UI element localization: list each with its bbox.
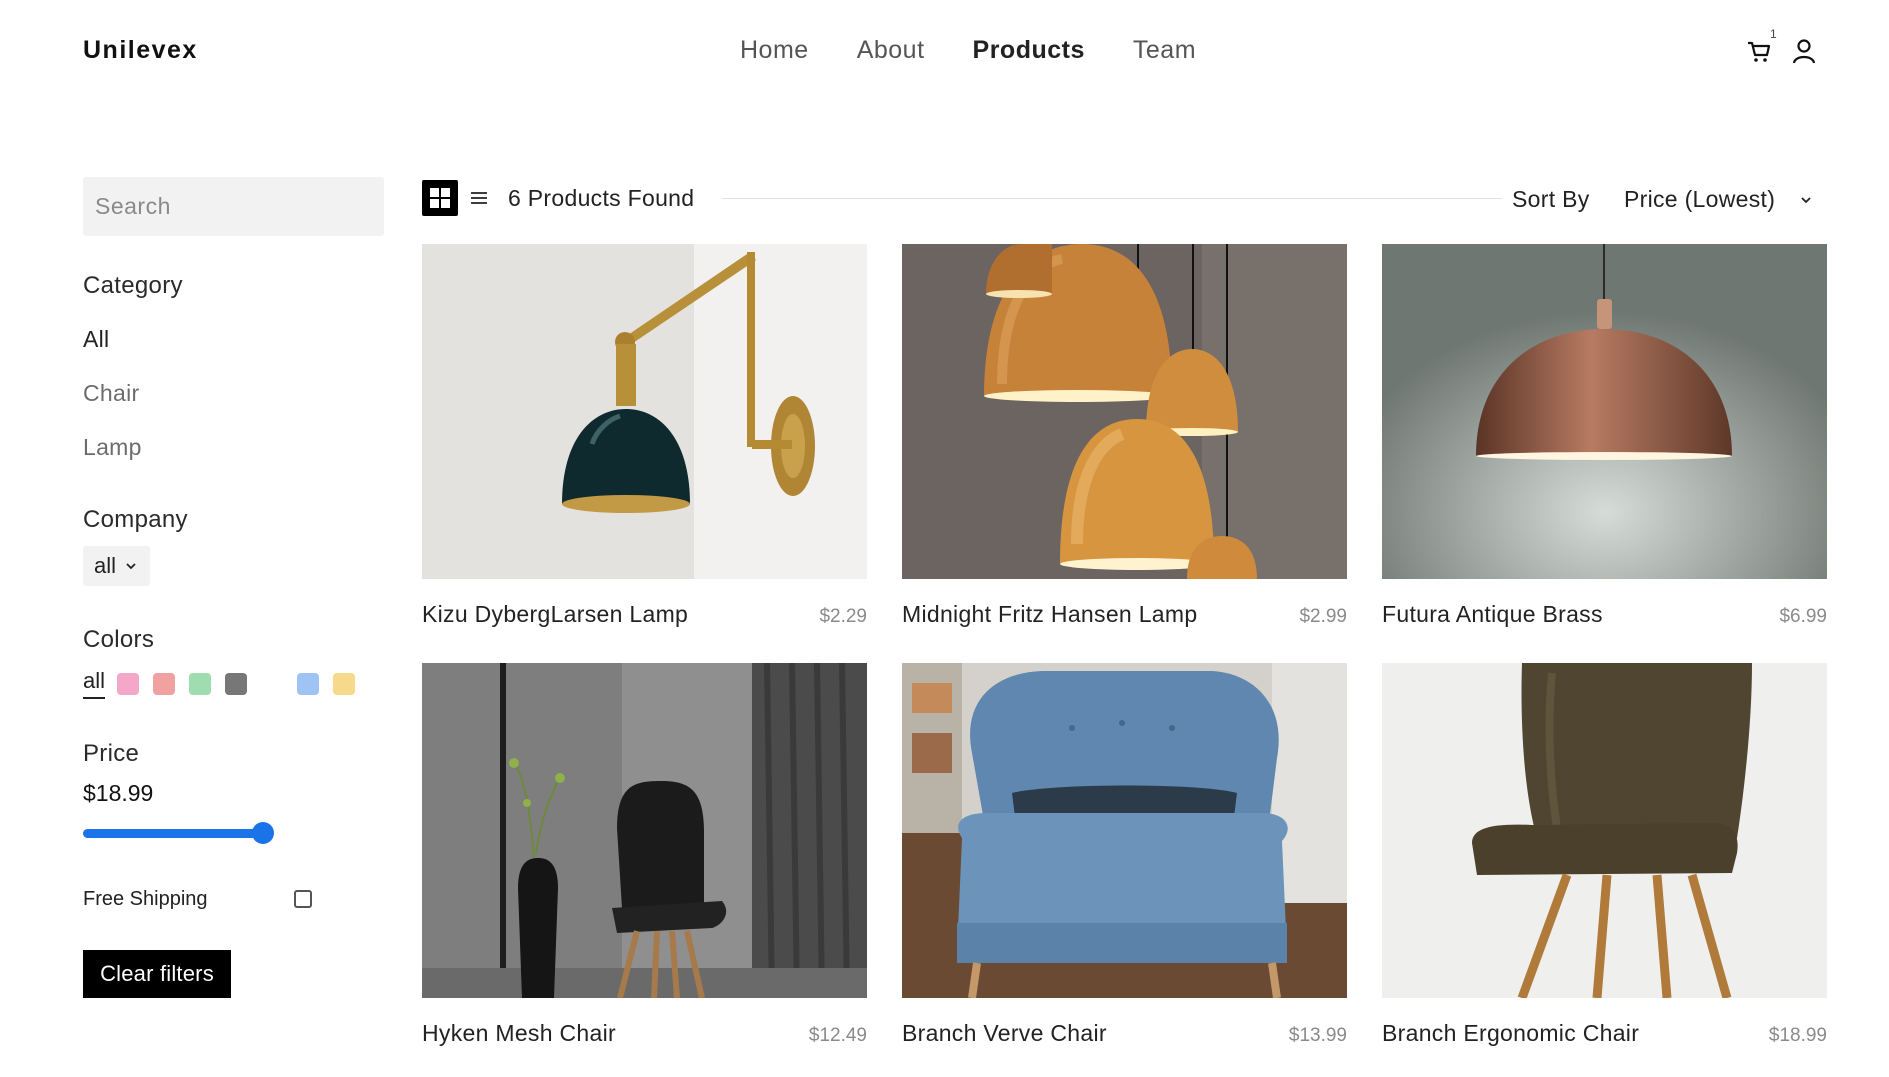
category-item-chair[interactable]: Chair (83, 380, 139, 407)
color-swatch[interactable] (261, 672, 284, 695)
product-image[interactable] (422, 663, 867, 998)
product-name[interactable]: Midnight Fritz Hansen Lamp (902, 601, 1197, 628)
color-all[interactable]: all (83, 668, 106, 699)
category-heading: Category (83, 272, 183, 299)
sort-select[interactable]: Price (Lowest) (1624, 186, 1813, 213)
price-slider-track[interactable] (83, 829, 263, 838)
logo[interactable]: Unilevex (83, 36, 198, 65)
color-swatch[interactable] (189, 672, 212, 695)
search-input[interactable] (83, 177, 384, 236)
product-image[interactable] (902, 663, 1347, 998)
price-slider-thumb[interactable] (252, 822, 274, 844)
chevron-down-icon (1801, 196, 1811, 203)
product-image[interactable] (422, 244, 867, 579)
product-price: $13.99 (1288, 1025, 1347, 1046)
grid-view-button[interactable] (422, 180, 458, 216)
category-item-all[interactable]: All (83, 326, 109, 353)
product-price: $18.99 (1768, 1025, 1827, 1046)
product-price: $2.99 (1299, 606, 1347, 627)
product-price: $6.99 (1779, 606, 1827, 627)
price-heading: Price (83, 740, 140, 767)
main-nav: Home About Products Team (740, 36, 1196, 65)
color-swatch[interactable] (297, 672, 320, 695)
product-card[interactable]: Futura Antique Brass $6.99 (1382, 244, 1827, 628)
product-card[interactable]: Kizu DybergLarsen Lamp $2.29 (422, 244, 867, 628)
price-value: $18.99 (83, 780, 154, 806)
product-card[interactable]: Branch Verve Chair $13.99 (902, 663, 1347, 1047)
cart-icon[interactable] (1746, 38, 1772, 64)
product-card[interactable]: Branch Ergonomic Chair $18.99 (1382, 663, 1827, 1047)
chevron-down-icon (126, 563, 136, 570)
color-swatch[interactable] (225, 672, 248, 695)
nav-about[interactable]: About (857, 36, 925, 65)
color-swatch[interactable] (153, 672, 176, 695)
toolbar-divider (722, 198, 1502, 199)
product-card[interactable]: Midnight Fritz Hansen Lamp $2.99 (902, 244, 1347, 628)
product-name[interactable]: Hyken Mesh Chair (422, 1020, 616, 1047)
product-card[interactable]: Hyken Mesh Chair $12.49 (422, 663, 867, 1047)
product-price: $2.29 (819, 606, 867, 627)
product-name[interactable]: Kizu DybergLarsen Lamp (422, 601, 688, 628)
colors-heading: Colors (83, 626, 155, 653)
clear-filters-button[interactable]: Clear filters (83, 950, 231, 998)
list-view-icon[interactable] (470, 189, 488, 207)
product-name[interactable]: Futura Antique Brass (1382, 601, 1603, 628)
nav-home[interactable]: Home (740, 36, 809, 65)
color-swatches: all (83, 668, 369, 699)
product-image[interactable] (902, 244, 1347, 579)
color-swatch[interactable] (333, 672, 356, 695)
cart-count-badge: 1 (1770, 27, 1777, 41)
category-item-lamp[interactable]: Lamp (83, 434, 142, 461)
product-image[interactable] (1382, 663, 1827, 998)
sort-label: Sort By (1512, 186, 1590, 212)
company-heading: Company (83, 506, 188, 533)
product-name[interactable]: Branch Ergonomic Chair (1382, 1020, 1639, 1047)
company-select-value: all (94, 553, 117, 578)
site-header: Unilevex Home About Products Team 1 (0, 0, 1889, 100)
color-swatch[interactable] (117, 672, 140, 695)
product-price: $12.49 (808, 1025, 867, 1046)
product-name[interactable]: Branch Verve Chair (902, 1020, 1107, 1047)
company-select[interactable]: all (83, 546, 150, 586)
nav-team[interactable]: Team (1133, 36, 1196, 65)
nav-products[interactable]: Products (973, 36, 1085, 65)
user-icon[interactable] (1792, 38, 1816, 64)
free-shipping-label: Free Shipping (83, 888, 208, 910)
sort-select-value: Price (Lowest) (1624, 186, 1776, 212)
products-found-count: 6 Products Found (508, 185, 695, 211)
product-image[interactable] (1382, 244, 1827, 579)
free-shipping-checkbox[interactable] (294, 890, 312, 908)
